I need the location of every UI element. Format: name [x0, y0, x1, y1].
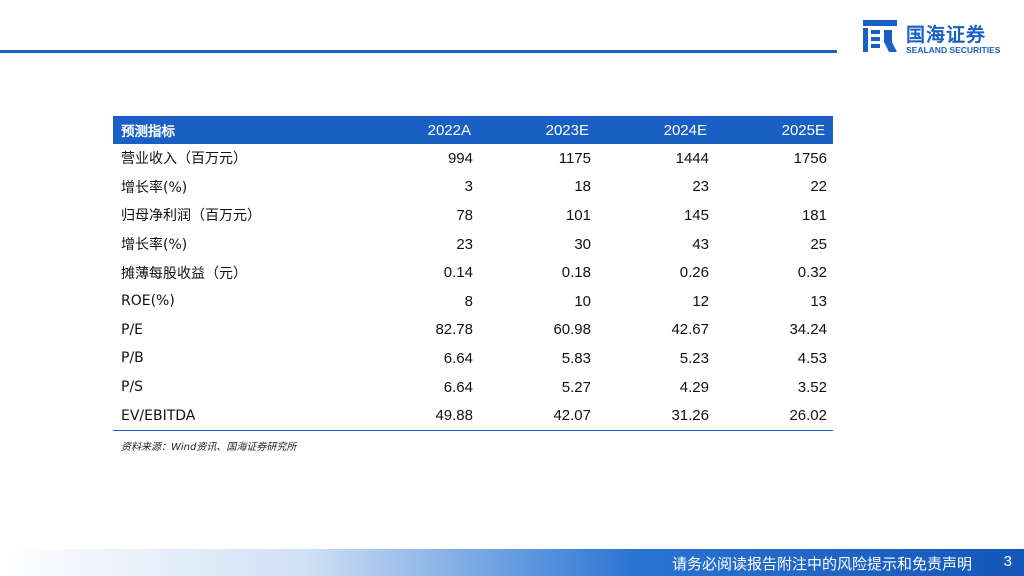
table-cell: 6.64: [443, 349, 473, 367]
brand-logo: 国海证券 SEALAND SECURITIES: [862, 18, 1012, 58]
table-cell: 30: [574, 235, 591, 253]
table-cell: 4.53: [797, 349, 827, 367]
table-cell: 3: [464, 178, 473, 196]
row-label: P/S: [121, 379, 144, 396]
table-row: P/S 6.64 5.27 4.29 3.52: [113, 373, 833, 402]
row-label: P/E: [121, 321, 144, 338]
table-cell: 5.27: [561, 378, 591, 396]
table-cell: 8: [464, 292, 473, 310]
header-rule: [0, 50, 837, 53]
table-cell: 43: [692, 235, 709, 253]
row-label: P/B: [121, 350, 144, 367]
brand-name-cn: 国海证券: [906, 24, 987, 46]
row-label: 增长率(%): [121, 179, 188, 196]
table-cell: 994: [447, 149, 473, 167]
row-label: ROE(%): [121, 293, 175, 310]
table-cell: 6.64: [443, 378, 473, 396]
row-label: 营业收入（百万元）: [121, 151, 247, 168]
table-cell: 1756: [793, 149, 827, 167]
table-row: EV/EBITDA 49.88 42.07 31.26 26.02: [113, 401, 833, 431]
row-label: 摊薄每股收益（元）: [121, 265, 247, 282]
table-cell: 13: [810, 292, 827, 310]
table-cell: 42.67: [671, 321, 709, 339]
table-cell: 1444: [675, 149, 709, 167]
header-cell-indicator: 预测指标: [113, 116, 361, 144]
table-row: P/E 82.78 60.98 42.67 34.24: [113, 316, 833, 345]
table-cell: 0.32: [797, 264, 827, 282]
header-cell-year: 2023E: [479, 116, 597, 144]
table-cell: 23: [456, 235, 473, 253]
table-row: ROE(%) 8 10 12 13: [113, 287, 833, 316]
table-cell: 5.23: [679, 349, 709, 367]
table-cell: 0.26: [679, 264, 709, 282]
table-cell: 23: [692, 178, 709, 196]
table-cell: 101: [565, 206, 591, 224]
table-cell: 49.88: [361, 401, 479, 431]
forecast-table: 预测指标 2022A 2023E 2024E 2025E 营业收入（百万元） 9…: [113, 116, 833, 431]
row-label: 归母净利润（百万元）: [121, 208, 261, 225]
brand-name-en: SEALAND SECURITIES: [906, 45, 1001, 55]
source-note: 资料来源：Wind资讯、国海证券研究所: [121, 442, 297, 453]
table-cell: 26.02: [715, 401, 833, 431]
table-cell: 42.07: [479, 401, 597, 431]
table-cell: 22: [810, 178, 827, 196]
row-label: 增长率(%): [121, 237, 188, 254]
table-header-row: 预测指标 2022A 2023E 2024E 2025E: [113, 116, 833, 144]
row-label: EV/EBITDA: [113, 401, 361, 431]
table-row: 摊薄每股收益（元） 0.14 0.18 0.26 0.32: [113, 258, 833, 287]
table-cell: 1175: [558, 149, 591, 167]
table-row: 增长率(%) 3 18 23 22: [113, 173, 833, 202]
table-cell: 181: [801, 206, 827, 224]
table-cell: 10: [574, 292, 591, 310]
table-row: 归母净利润（百万元） 78 101 145 181: [113, 201, 833, 230]
header-cell-year: 2022A: [361, 116, 479, 144]
table-cell: 25: [810, 235, 827, 253]
table-cell: 60.98: [553, 321, 591, 339]
table-cell: 0.18: [561, 264, 591, 282]
table-cell: 34.24: [789, 321, 827, 339]
table-cell: 18: [574, 178, 591, 196]
table-cell: 82.78: [435, 321, 473, 339]
table-cell: 3.52: [797, 378, 827, 396]
table-row: 增长率(%) 23 30 43 25: [113, 230, 833, 259]
table-cell: 145: [683, 206, 709, 224]
table-row: P/B 6.64 5.83 5.23 4.53: [113, 344, 833, 373]
table-cell: 4.29: [679, 378, 709, 396]
table-row: 营业收入（百万元） 994 1175 1444 1756: [113, 144, 833, 173]
table-cell: 12: [692, 292, 709, 310]
footer-bar: 请务必阅读报告附注中的风险提示和免责声明 3: [0, 549, 1024, 576]
disclaimer-text: 请务必阅读报告附注中的风险提示和免责声明: [671, 555, 972, 573]
page-number: 3: [1003, 553, 1012, 570]
table-cell: 78: [456, 206, 473, 224]
table-cell: 0.14: [443, 264, 473, 282]
table-cell: 31.26: [597, 401, 715, 431]
header-cell-year: 2025E: [715, 116, 833, 144]
header-cell-year: 2024E: [597, 116, 715, 144]
table-cell: 5.83: [561, 349, 591, 367]
sealand-logo-icon: [863, 20, 897, 52]
